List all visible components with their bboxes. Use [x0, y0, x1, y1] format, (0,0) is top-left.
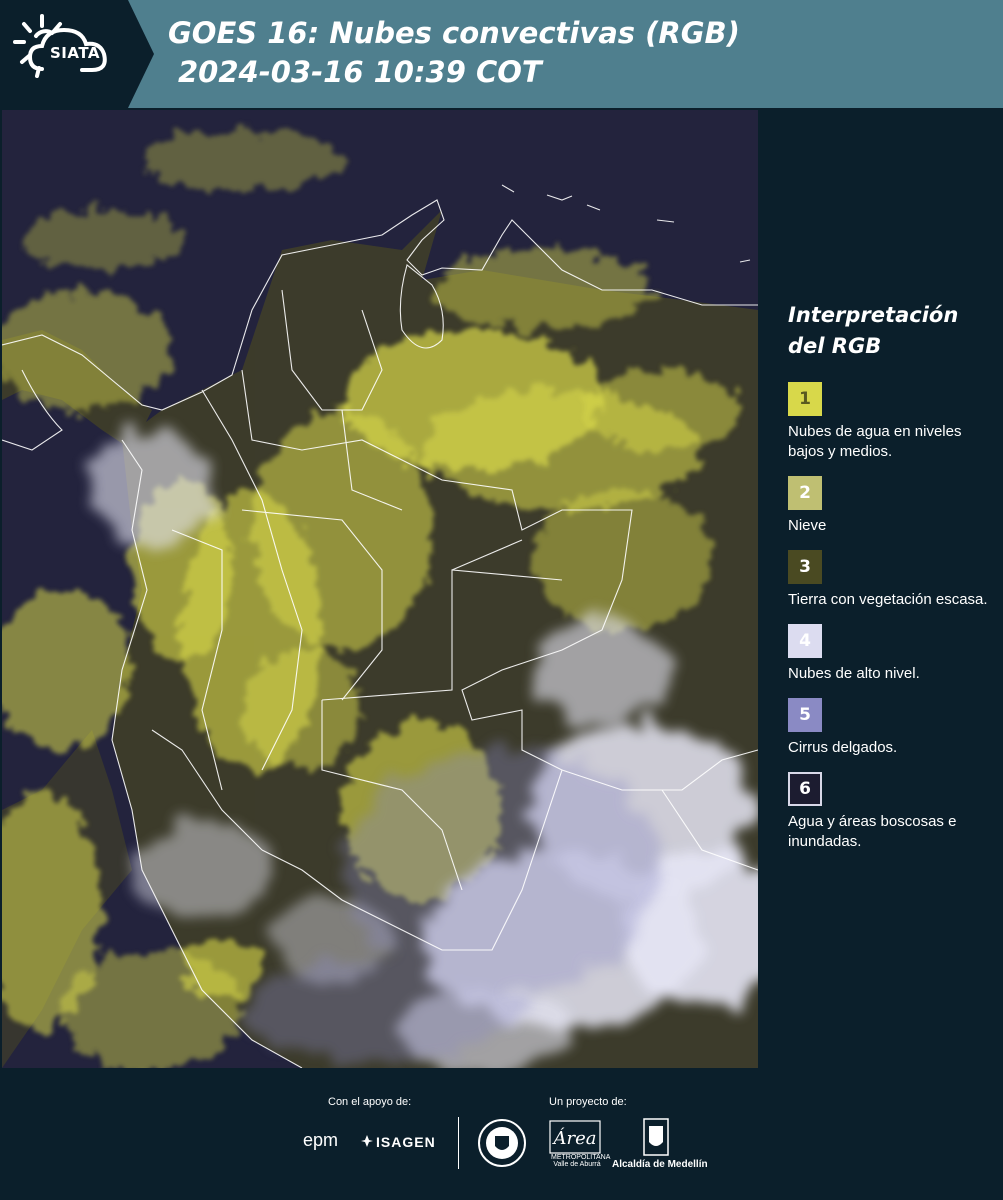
- legend-item: 5 Cirrus delgados.: [788, 698, 993, 758]
- area-subtext: METROPOLITANA Valle de Aburrá: [551, 1154, 611, 1168]
- satellite-map[interactable]: [2, 110, 758, 1068]
- isagen-icon: [361, 1135, 373, 1147]
- legend-label: Nubes de agua en niveles bajos y medios.: [788, 423, 962, 460]
- legend-item: 3 Tierra con vegetación escasa.: [788, 550, 993, 610]
- legend-item: 6 Agua y áreas boscosas e inundadas.: [788, 772, 993, 852]
- legend-swatch: 2: [788, 476, 822, 510]
- rgb-legend: Interpretación del RGB 1 Nubes de agua en…: [788, 300, 993, 866]
- image-datetime: 2024-03-16 10:39 COT: [178, 55, 542, 89]
- project-label: Un proyecto de:: [549, 1096, 627, 1108]
- alcaldia-label: Alcaldía de Medellín: [612, 1159, 708, 1170]
- logo-text: SIATA: [50, 44, 101, 62]
- legend-label: Tierra con vegetación escasa.: [788, 591, 988, 608]
- alcaldia-shield-icon: [643, 1118, 669, 1156]
- legend-swatch: 1: [788, 382, 822, 416]
- header-arrow: [128, 0, 154, 108]
- legend-label: Nieve: [788, 517, 827, 534]
- legend-title: Interpretación del RGB: [788, 303, 959, 358]
- legend-swatch: 4: [788, 624, 822, 658]
- siata-logo: SIATA: [0, 0, 128, 108]
- isagen-logo: ISAGEN: [376, 1134, 436, 1150]
- legend-item: 4 Nubes de alto nivel.: [788, 624, 993, 684]
- footer-divider: [458, 1117, 459, 1169]
- support-label: Con el apoyo de:: [328, 1096, 412, 1108]
- area-metropolitana-logo: Área: [549, 1120, 601, 1154]
- footer: Con el apoyo de: Un proyecto de: epm ISA…: [0, 1070, 1003, 1200]
- legend-swatch: 3: [788, 550, 822, 584]
- legend-swatch: 6: [788, 772, 822, 806]
- page-title: GOES 16: Nubes convectivas (RGB): [168, 16, 740, 50]
- header-bar: SIATA GOES 16: Nubes convectivas (RGB) 2…: [0, 0, 1003, 108]
- legend-items: 1 Nubes de agua en niveles bajos y medios…: [788, 382, 993, 852]
- legend-label: Nubes de alto nivel.: [788, 665, 920, 682]
- legend-item: 1 Nubes de agua en niveles bajos y medios…: [788, 382, 993, 462]
- legend-label: Agua y áreas boscosas e inundadas.: [788, 813, 957, 850]
- legend-item: 2 Nieve: [788, 476, 993, 536]
- epm-logo: epm: [303, 1130, 339, 1150]
- legend-label: Cirrus delgados.: [788, 739, 898, 756]
- satellite-image: [2, 110, 758, 1068]
- area-script: Área: [552, 1126, 597, 1149]
- legend-swatch: 5: [788, 698, 822, 732]
- medellin-seal-icon: [478, 1119, 526, 1167]
